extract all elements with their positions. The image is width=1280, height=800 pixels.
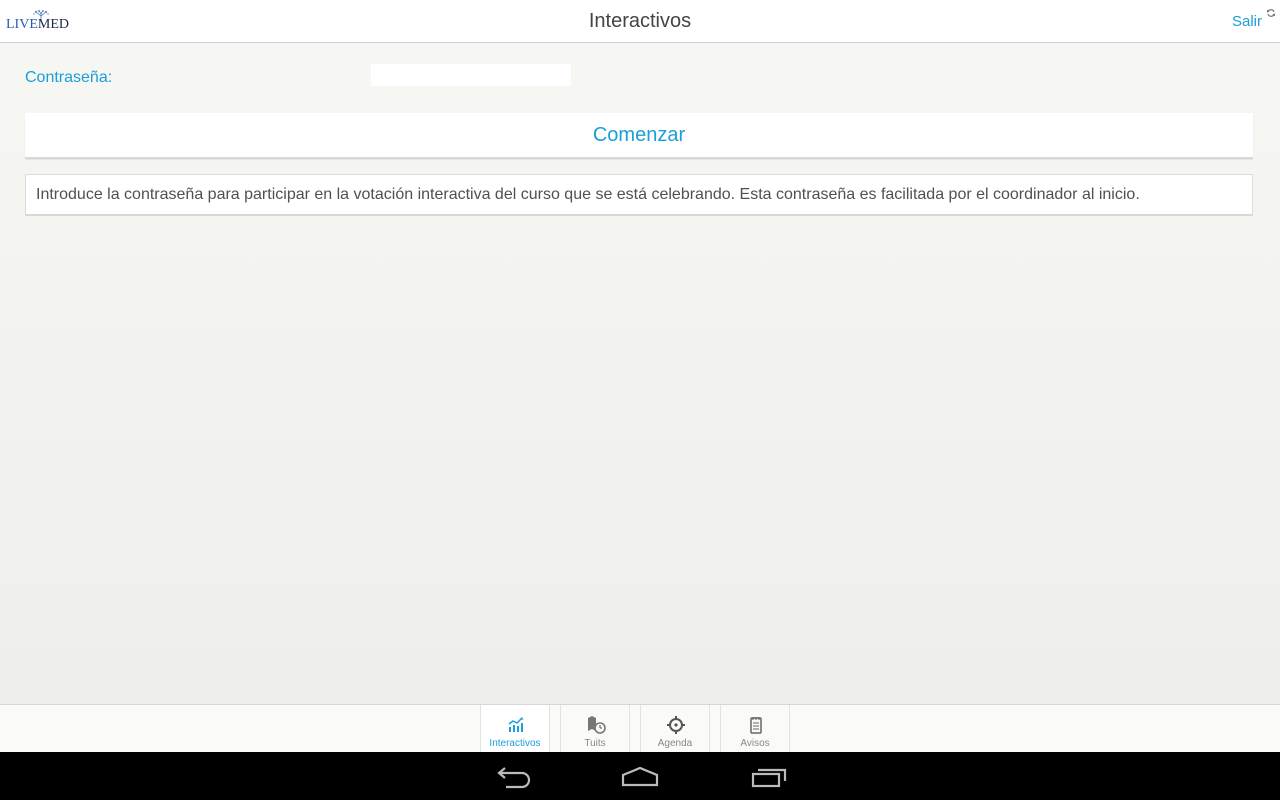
- crosshair-icon: [667, 716, 685, 734]
- tab-label: Avisos: [740, 738, 770, 749]
- recents-icon[interactable]: [749, 764, 789, 790]
- main-content: Contraseña: Comenzar Introduce la contra…: [0, 43, 1280, 704]
- page-title: Interactivos: [588, 10, 692, 32]
- logout-button[interactable]: Salir: [1232, 13, 1262, 30]
- bottom-tab-bar: Interactivos Tuits Agenda Avisos: [0, 704, 1280, 753]
- chart-icon: [508, 717, 524, 732]
- tab-label: Agenda: [657, 738, 693, 749]
- action-bar: LIVEMED Interactivos Salir: [0, 0, 1280, 43]
- info-text: Introduce la contraseña para participar …: [25, 174, 1253, 216]
- system-nav-bar: [0, 752, 1280, 800]
- tab-label: Interactivos: [489, 738, 541, 749]
- tab-agenda[interactable]: Agenda: [640, 705, 710, 753]
- tab-label: Tuits: [584, 738, 606, 749]
- password-input[interactable]: [371, 64, 571, 86]
- home-icon[interactable]: [620, 764, 660, 790]
- password-label: Contraseña:: [25, 69, 113, 86]
- map-clock-icon: [588, 716, 606, 734]
- notepad-icon: [750, 717, 762, 734]
- start-button[interactable]: Comenzar: [25, 113, 1253, 159]
- tab-avisos[interactable]: Avisos: [720, 705, 790, 753]
- back-icon[interactable]: [492, 764, 532, 790]
- refresh-icon[interactable]: [1266, 8, 1276, 18]
- tab-tuits[interactable]: Tuits: [560, 705, 630, 753]
- tab-interactivos[interactable]: Interactivos: [480, 705, 550, 753]
